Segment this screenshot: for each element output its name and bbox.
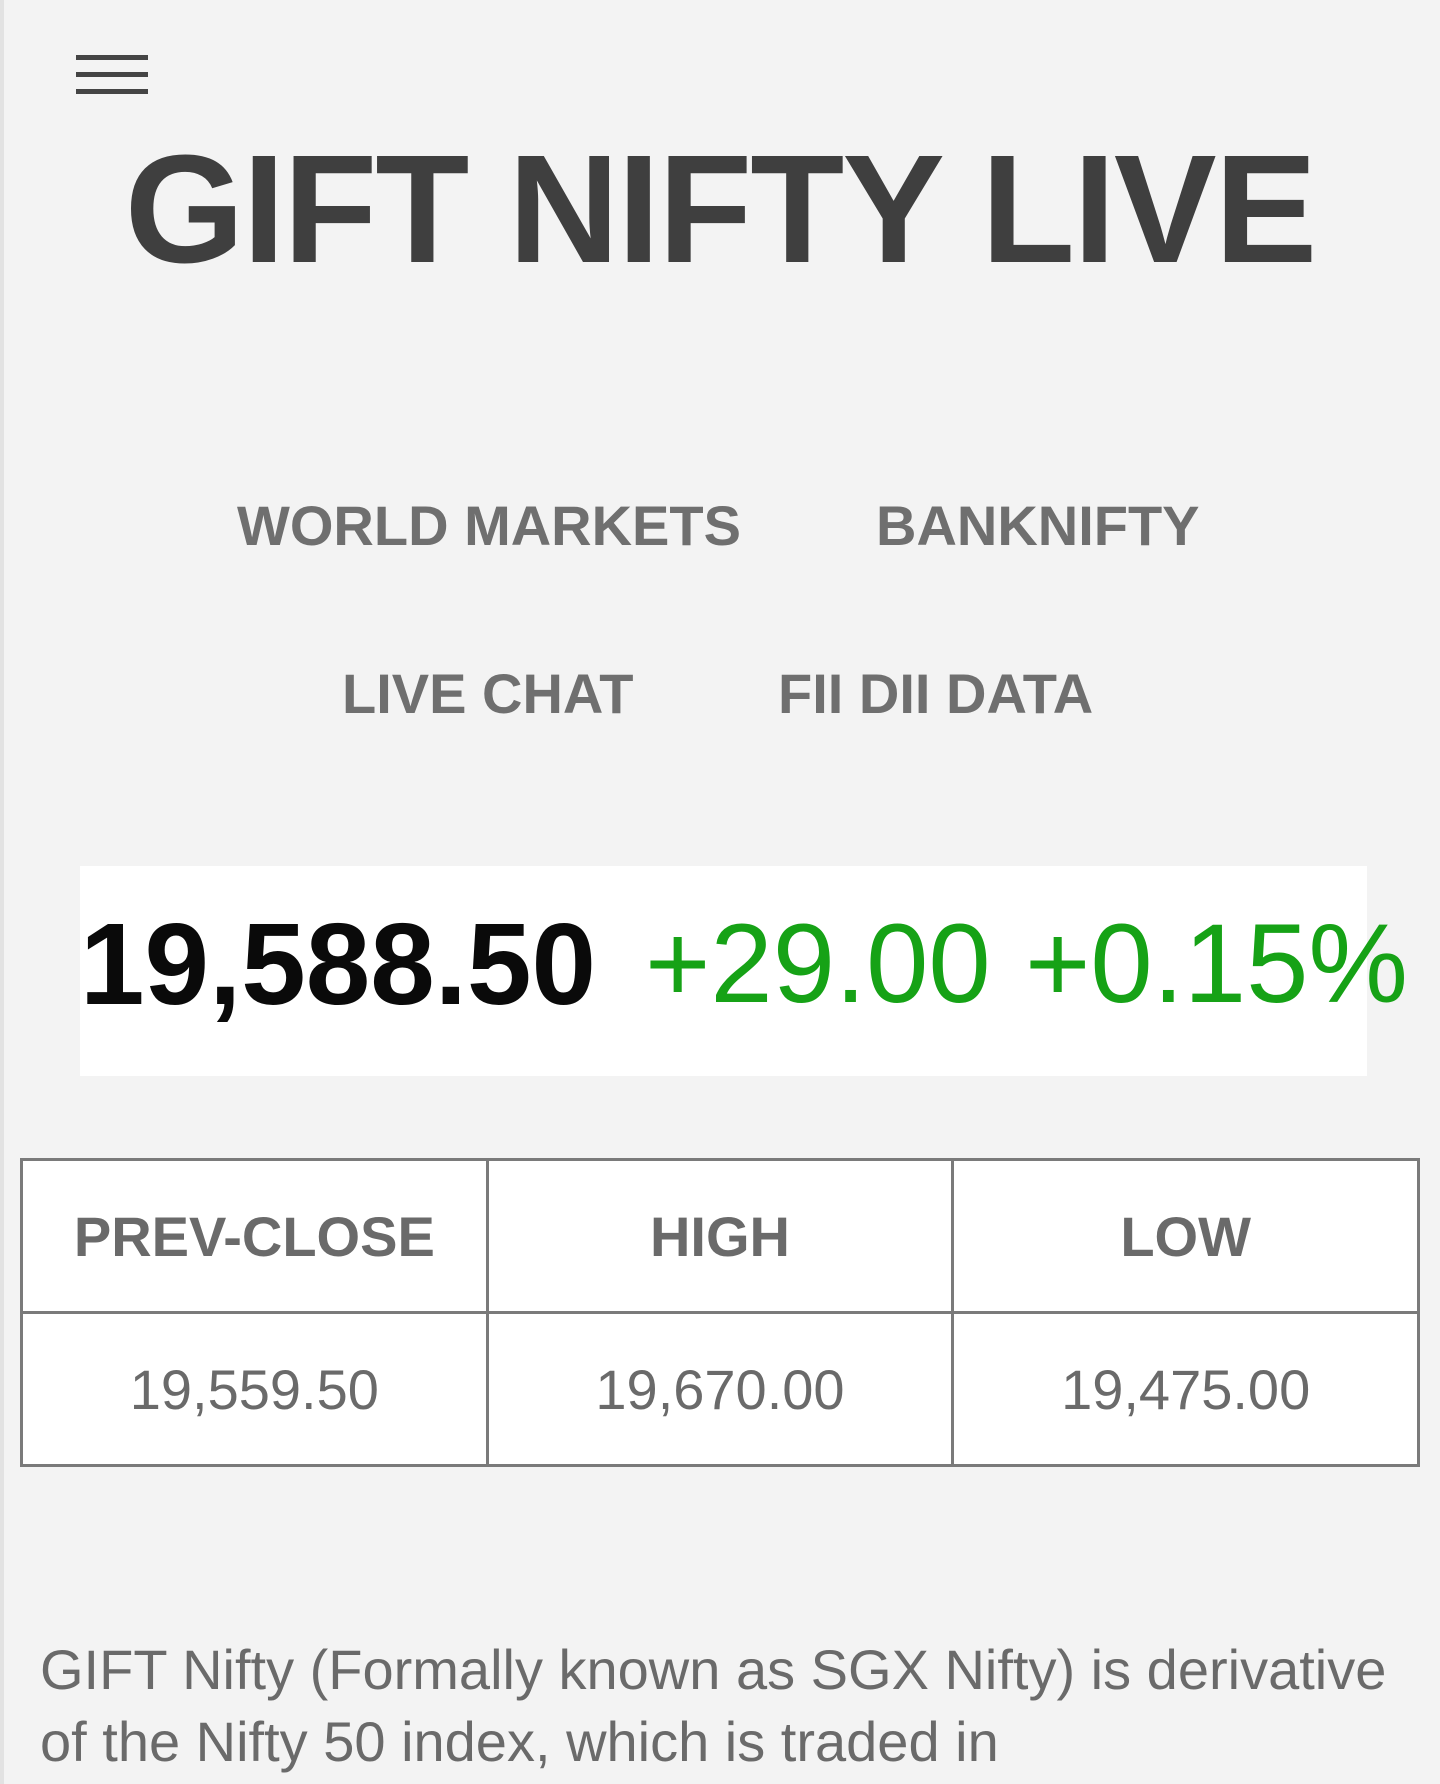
hamburger-menu-icon[interactable] [72, 50, 148, 104]
header-high: HIGH [485, 1158, 955, 1314]
menu-bar [76, 89, 148, 94]
stats-header-row: PREV-CLOSE HIGH LOW [20, 1158, 1420, 1314]
menu-bar [76, 55, 148, 60]
nav-link-live-chat[interactable]: LIVE CHAT [342, 666, 633, 722]
stats-table: PREV-CLOSE HIGH LOW 19,559.50 19,670.00 … [20, 1158, 1420, 1467]
description-text: GIFT Nifty (Formally known as SGX Nifty)… [40, 1638, 1387, 1773]
value-prev-close: 19,559.50 [20, 1311, 489, 1467]
nav-link-world-markets[interactable]: WORLD MARKETS [237, 498, 741, 554]
site-title: GIFT NIFTY LIVE [124, 123, 1318, 295]
header-low: LOW [951, 1158, 1420, 1314]
stats-value-row: 19,559.50 19,670.00 19,475.00 [20, 1311, 1420, 1467]
quote-change-percent: +0.15% [1025, 901, 1408, 1026]
live-quote-box: 19,588.50 +29.00 +0.15% [80, 866, 1408, 1076]
value-high: 19,670.00 [485, 1311, 955, 1467]
nav-link-banknifty[interactable]: BANKNIFTY [876, 498, 1200, 554]
quote-change: +29.00 [645, 901, 991, 1026]
nav-link-fii-dii-data[interactable]: FII DII DATA [778, 666, 1093, 722]
quote-price: 19,588.50 [80, 899, 597, 1029]
value-low: 19,475.00 [951, 1311, 1420, 1467]
menu-bar [76, 72, 148, 77]
header-prev-close: PREV-CLOSE [20, 1158, 489, 1314]
